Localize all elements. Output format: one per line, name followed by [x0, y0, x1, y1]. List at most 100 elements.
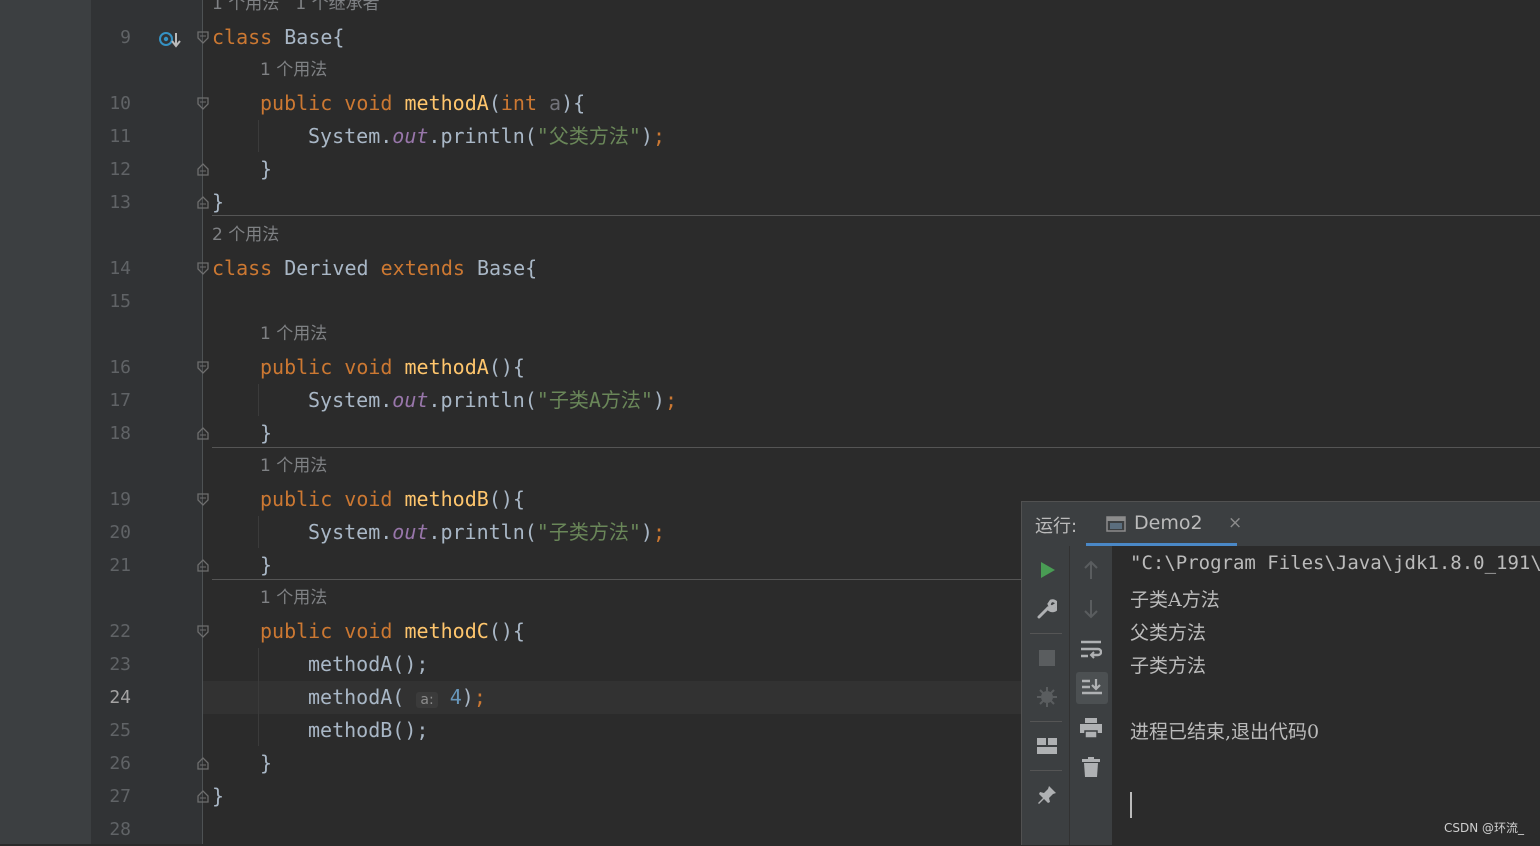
console-line: "C:\Program Files\Java\jdk1.8.0_191\bin\… — [1130, 552, 1540, 574]
arrow-up-icon[interactable] — [1076, 555, 1106, 585]
code-text: methodA(); — [308, 652, 429, 676]
line-number: 26 — [109, 753, 131, 774]
code-text: } — [260, 421, 273, 445]
fold-icon[interactable] — [197, 625, 209, 638]
code-line: 1 个用法 — [0, 54, 1540, 87]
run-label: 运行: — [1035, 516, 1078, 537]
fold-icon[interactable] — [197, 262, 209, 275]
pin-icon[interactable] — [1032, 780, 1062, 810]
code-text: public void methodA(){ — [260, 355, 525, 379]
line-number: 18 — [109, 423, 131, 444]
code-line: 18 } — [0, 417, 1540, 450]
close-icon[interactable]: × — [1228, 513, 1242, 533]
line-number: 14 — [109, 258, 131, 279]
code-text: } — [212, 784, 225, 808]
console-line: 子类方法 — [1130, 655, 1207, 677]
code-text: } — [260, 553, 273, 577]
line-number: 22 — [109, 621, 131, 642]
console-line: 进程已结束,退出代码0 — [1130, 721, 1320, 743]
parameter-hint: a: — [416, 692, 438, 708]
usage-hint[interactable]: 1 个用法 — [260, 450, 327, 483]
fold-icon[interactable] — [197, 361, 209, 374]
watermark: CSDN @环流_ — [1443, 821, 1524, 835]
usage-hint[interactable]: 1 个用法 — [260, 582, 327, 615]
line-number: 20 — [109, 522, 131, 543]
line-number: 16 — [109, 357, 131, 378]
toolbar-divider — [1030, 770, 1062, 771]
code-text: System.out.println("父类方法"); — [308, 124, 665, 148]
line-number: 21 — [109, 555, 131, 576]
line-number: 23 — [109, 654, 131, 675]
line-number: 12 — [109, 159, 131, 180]
code-text: methodA( a: 4); — [308, 685, 486, 709]
fold-end-icon[interactable] — [197, 163, 209, 176]
text-cursor — [1130, 792, 1132, 818]
usage-hint[interactable]: 2 个用法 — [212, 219, 279, 252]
fold-icon[interactable] — [197, 493, 209, 506]
line-number: 11 — [109, 126, 131, 147]
console-tab-icon — [1106, 516, 1126, 532]
line-number: 25 — [109, 720, 131, 741]
stop-icon[interactable] — [1032, 643, 1062, 673]
code-line: 14 class Derived extends Base{ — [0, 252, 1540, 285]
line-number: 17 — [109, 390, 131, 411]
code-line: 9 class Base{ — [0, 21, 1540, 54]
code-text: class Derived extends Base{ — [212, 256, 538, 280]
run-toolbar-primary — [1022, 546, 1069, 845]
line-number: 28 — [109, 819, 131, 840]
code-line: 16 public void methodA(){ — [0, 351, 1540, 384]
line-number: 27 — [109, 786, 131, 807]
code-line: 15 — [0, 285, 1540, 318]
code-text: public void methodC(){ — [260, 619, 525, 643]
code-line: 10 public void methodA(int a){ — [0, 87, 1540, 120]
line-number: 15 — [109, 291, 131, 312]
fold-end-icon[interactable] — [197, 427, 209, 440]
console-output[interactable]: "C:\Program Files\Java\jdk1.8.0_191\bin\… — [1120, 546, 1540, 845]
wrench-icon[interactable] — [1032, 594, 1062, 624]
code-text: System.out.println("子类方法"); — [308, 520, 665, 544]
fold-end-icon[interactable] — [197, 559, 209, 572]
line-number: 10 — [109, 93, 131, 114]
print-icon[interactable] — [1076, 713, 1106, 743]
fold-icon[interactable] — [197, 31, 209, 44]
code-line: 1 个用法 — [0, 318, 1540, 351]
line-number: 24 — [109, 687, 131, 708]
arrow-down-icon[interactable] — [1076, 594, 1106, 624]
code-text: class Base{ — [212, 25, 345, 49]
line-number: 13 — [109, 192, 131, 213]
code-text: methodB(); — [308, 718, 429, 742]
console-line: 子类A方法 — [1130, 589, 1220, 611]
fold-icon[interactable] — [197, 97, 209, 110]
code-line: 2 个用法 — [0, 219, 1540, 252]
line-number: 19 — [109, 489, 131, 510]
code-text: System.out.println("子类A方法"); — [308, 388, 678, 412]
run-tool-window: 运行: Demo2 × "C:\Program Files\Java\jdk1.… — [1021, 501, 1540, 845]
code-text: public void methodB(){ — [260, 487, 525, 511]
layout-icon[interactable] — [1032, 731, 1062, 761]
fold-end-icon[interactable] — [197, 790, 209, 803]
soft-wrap-icon[interactable] — [1076, 634, 1106, 664]
line-number: 9 — [120, 27, 131, 48]
code-line: 12 } — [0, 153, 1540, 186]
console-line: 父类方法 — [1130, 622, 1207, 644]
code-text: } — [260, 751, 273, 775]
implemented-gutter-icon[interactable] — [159, 28, 181, 48]
scroll-to-end-icon[interactable] — [1076, 672, 1108, 704]
usage-hint[interactable]: 1 个用法 1 个继承者 — [212, 0, 380, 21]
usage-hint[interactable]: 1 个用法 — [260, 318, 327, 351]
code-line: 11 System.out.println("父类方法"); — [0, 120, 1540, 153]
code-line: 1 个用法 — [0, 450, 1540, 483]
trash-icon[interactable] — [1076, 752, 1106, 782]
fold-end-icon[interactable] — [197, 196, 209, 209]
code-text: } — [212, 190, 225, 214]
run-header: 运行: Demo2 × — [1022, 502, 1540, 546]
debug-icon[interactable] — [1032, 682, 1062, 712]
toolbar-divider — [1030, 633, 1062, 634]
fold-end-icon[interactable] — [197, 757, 209, 770]
tab-demo2[interactable]: Demo2 × — [1106, 506, 1256, 546]
run-icon[interactable] — [1032, 555, 1062, 585]
code-text: } — [260, 157, 273, 181]
tab-label: Demo2 — [1134, 512, 1203, 534]
toolbar-divider — [1030, 721, 1062, 722]
usage-hint[interactable]: 1 个用法 — [260, 54, 327, 87]
